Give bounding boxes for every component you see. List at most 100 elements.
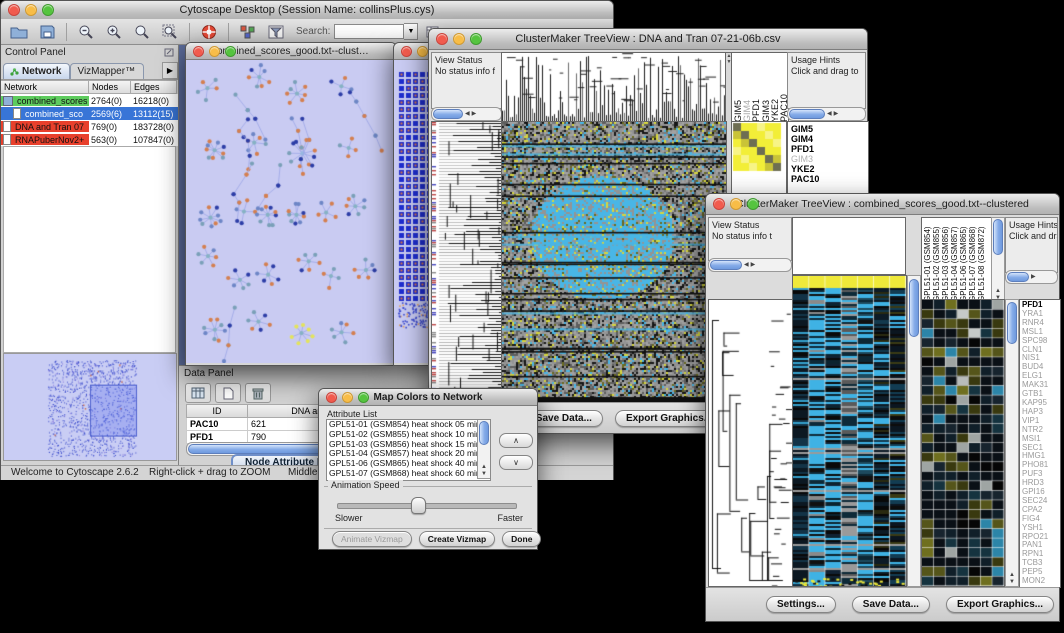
scroll-thumb[interactable] xyxy=(1007,302,1017,344)
col-nodes[interactable]: Nodes xyxy=(89,80,131,94)
network-overview-canvas[interactable] xyxy=(3,353,177,461)
close-button[interactable] xyxy=(713,198,725,210)
zoom-heatmap-canvas[interactable] xyxy=(921,299,1005,587)
close-button[interactable] xyxy=(436,33,448,45)
zoom-button[interactable] xyxy=(42,4,54,16)
scroll-thumb[interactable] xyxy=(789,109,825,119)
dialog-button[interactable]: Create Vizmap xyxy=(419,531,495,547)
filter-icon[interactable] xyxy=(264,22,288,42)
scroll-arrows[interactable]: ▲▼ xyxy=(1006,572,1018,586)
network-row[interactable]: combined_sco 2569(6) 13112(15) xyxy=(1,107,178,120)
network-row[interactable]: RNAPuberNov2+ 563(0) 107847(0) xyxy=(1,133,178,146)
zoom-button[interactable] xyxy=(358,392,369,403)
new-attribute-icon[interactable] xyxy=(215,383,241,403)
delete-attribute-icon[interactable] xyxy=(245,383,271,403)
scroll-right-icon[interactable]: ▶ xyxy=(471,109,478,119)
network-row[interactable]: combined_scores 2764(0) 16218(0) xyxy=(1,94,178,107)
scroll-thumb[interactable] xyxy=(479,421,489,445)
tab-overflow-button[interactable]: ▶ xyxy=(162,62,178,79)
column-dendrogram-area[interactable] xyxy=(792,217,906,275)
animation-slider-track[interactable] xyxy=(337,503,517,509)
view-status-hscrollbar[interactable]: ◀ ▶ xyxy=(431,107,502,121)
minimize-button[interactable] xyxy=(342,392,353,403)
attribute-list[interactable]: GPL51-01 (GSM854) heat shock 05 minGPL51… xyxy=(326,419,491,481)
gene-label-list[interactable]: PFD1YRA1RNR4MSL1SPC98CLN1NIS1BUD4ELG1MAK… xyxy=(1019,299,1061,588)
scroll-left-icon[interactable]: ◀ xyxy=(464,109,471,119)
treeview-button[interactable]: Export Graphics... xyxy=(946,596,1054,613)
tab-vizmapper[interactable]: VizMapper™ xyxy=(70,63,144,79)
global-heatmap-canvas[interactable] xyxy=(792,275,907,587)
scroll-left-icon[interactable]: ◀ xyxy=(743,260,750,270)
animation-slider-thumb[interactable] xyxy=(411,497,426,514)
scroll-thumb[interactable] xyxy=(1007,272,1029,282)
dialog-button[interactable]: Done xyxy=(502,531,541,547)
usage-hints-hscrollbar[interactable]: ▶ xyxy=(1005,270,1058,284)
close-button[interactable] xyxy=(8,4,20,16)
tab-network[interactable]: Network xyxy=(3,63,70,79)
usage-hints-hscrollbar[interactable]: ◀ ▶ xyxy=(787,107,866,121)
zoom-in-icon[interactable] xyxy=(102,22,126,42)
search-input[interactable] xyxy=(334,24,404,39)
minimize-button[interactable] xyxy=(453,33,465,45)
move-down-button[interactable]: ∨ xyxy=(499,455,533,470)
zoom-fit-icon[interactable] xyxy=(158,22,182,42)
select-attributes-icon[interactable] xyxy=(185,383,211,403)
float-panel-icon[interactable] xyxy=(164,48,174,57)
zoom-button[interactable] xyxy=(747,198,759,210)
col-edges[interactable]: Edges xyxy=(131,80,177,94)
column-dendrogram-canvas[interactable] xyxy=(501,52,727,123)
save-session-button[interactable] xyxy=(35,22,59,42)
treeview-button[interactable]: Settings... xyxy=(766,596,836,613)
minimize-button[interactable] xyxy=(730,198,742,210)
network-icon xyxy=(3,96,13,106)
scroll-thumb[interactable] xyxy=(909,279,919,337)
attr-col-id[interactable]: ID xyxy=(186,404,248,418)
column-label: GPL51-07 (GSM868) xyxy=(968,218,977,302)
column-labels-vscrollbar[interactable]: ▲▼ xyxy=(991,217,1005,303)
dialog-button[interactable]: Animate Vizmap xyxy=(332,531,412,547)
zoom-button[interactable] xyxy=(225,46,236,57)
global-heatmap-canvas[interactable] xyxy=(501,121,727,403)
col-network[interactable]: Network xyxy=(1,80,89,94)
open-session-button[interactable] xyxy=(7,22,31,42)
network-row[interactable]: DNA and Tran 07 769(0) 183728(0) xyxy=(1,120,178,133)
minimize-button[interactable] xyxy=(417,46,428,57)
close-button[interactable] xyxy=(326,392,337,403)
view-status-hscrollbar[interactable]: ◀ ▶ xyxy=(708,258,792,272)
row-dendrogram-canvas[interactable] xyxy=(708,299,793,587)
minimize-button[interactable] xyxy=(25,4,37,16)
heatmap-vscrollbar[interactable] xyxy=(907,275,921,587)
zoom-matrix-canvas[interactable] xyxy=(732,122,784,174)
row-dendrogram-canvas[interactable] xyxy=(431,121,503,403)
attribute-item[interactable]: GPL51-07 (GSM868) heat shock 60 min xyxy=(327,469,490,479)
network-canvas[interactable] xyxy=(186,60,394,363)
help-lifering-icon[interactable] xyxy=(197,22,221,42)
gene-label: GIM4 xyxy=(791,134,868,144)
main-titlebar[interactable]: Cytoscape Desktop (Session Name: collins… xyxy=(1,1,613,20)
scroll-right-icon[interactable]: ▶ xyxy=(750,260,757,270)
treeview-button[interactable]: Save Data... xyxy=(852,596,930,613)
zoom-button[interactable] xyxy=(470,33,482,45)
scroll-thumb[interactable] xyxy=(993,219,1003,255)
close-button[interactable] xyxy=(193,46,204,57)
minimize-button[interactable] xyxy=(209,46,220,57)
scroll-thumb[interactable] xyxy=(710,260,742,270)
move-up-button[interactable]: ∧ xyxy=(499,433,533,448)
treeview1-title: ClusterMaker TreeView : DNA and Tran 07-… xyxy=(429,33,867,45)
search-dropdown-arrow[interactable]: ▼ xyxy=(404,23,418,40)
scroll-thumb[interactable] xyxy=(433,109,463,119)
dialog-titlebar[interactable]: Map Colors to Network xyxy=(319,389,537,406)
attribute-list-vscrollbar[interactable]: ▲▼ xyxy=(477,420,490,479)
scroll-arrows[interactable]: ▲▼ xyxy=(478,464,490,478)
vizmapper-icon[interactable] xyxy=(236,22,260,42)
zoom-reset-icon[interactable] xyxy=(130,22,154,42)
zoom-out-icon[interactable] xyxy=(74,22,98,42)
scroll-right-icon[interactable]: ▶ xyxy=(833,109,840,119)
zoom-vscrollbar[interactable]: ▲▼ xyxy=(1005,299,1019,587)
network-view-titlebar[interactable]: combined_scores_good.txt--cluste... xyxy=(186,43,396,60)
scroll-left-icon[interactable]: ◀ xyxy=(826,109,833,119)
treeview2-titlebar[interactable]: ClusterMaker TreeView : combined_scores_… xyxy=(706,194,1059,215)
scroll-right-icon[interactable]: ▶ xyxy=(1030,272,1037,282)
treeview1-titlebar[interactable]: ClusterMaker TreeView : DNA and Tran 07-… xyxy=(429,29,867,50)
close-button[interactable] xyxy=(401,46,412,57)
